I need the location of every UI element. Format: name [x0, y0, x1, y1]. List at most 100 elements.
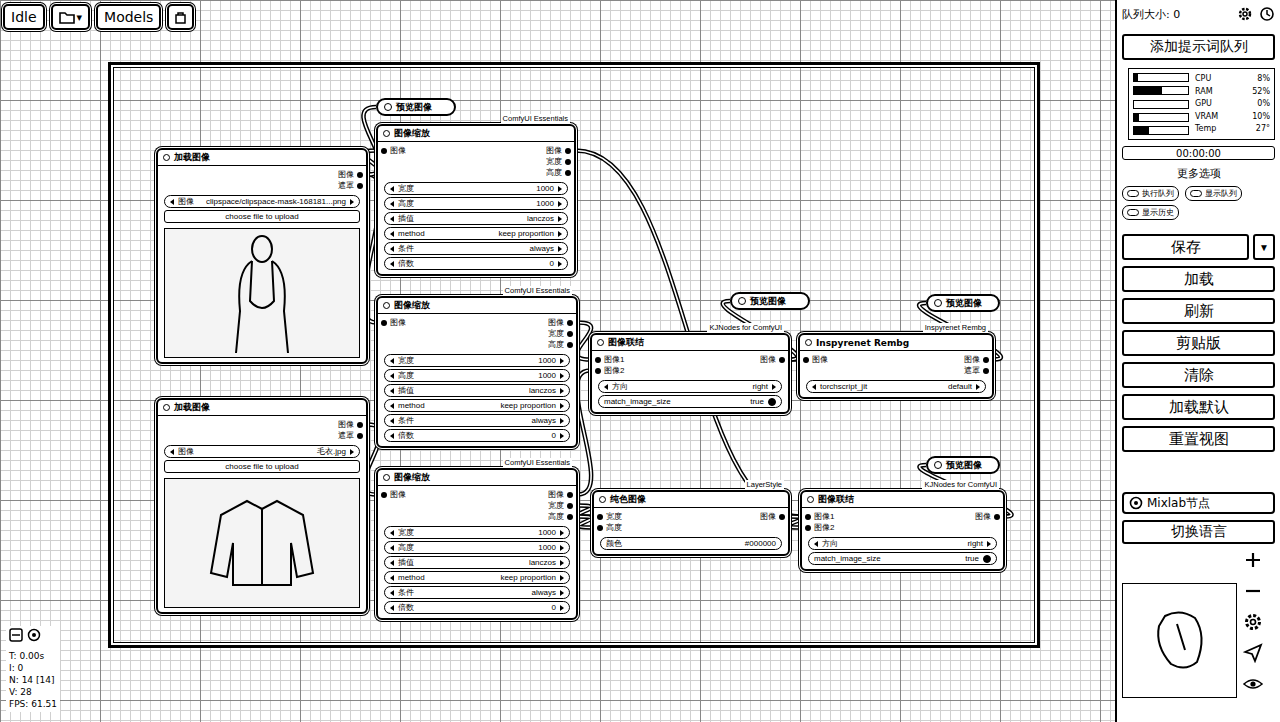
increment-icon[interactable]: [772, 384, 776, 390]
node[interactable]: 加载图像 图像 遮罩 图像 clipspace/clipspace-mask-1…: [156, 148, 368, 364]
node-header[interactable]: 加载图像: [158, 150, 366, 166]
widget[interactable]: 高度 1000: [384, 369, 570, 382]
slot-dot-icon[interactable]: [595, 357, 601, 363]
increment-icon[interactable]: [560, 388, 564, 394]
collapse-dot-icon[interactable]: [163, 404, 170, 411]
output-slot[interactable]: 图像: [548, 317, 573, 328]
slot-dot-icon[interactable]: [357, 422, 363, 428]
slot-dot-icon[interactable]: [779, 357, 785, 363]
menu-button[interactable]: 保存: [1122, 234, 1249, 260]
node-link[interactable]: [578, 506, 592, 517]
slot-dot-icon[interactable]: [567, 320, 573, 326]
node-canvas[interactable]: 加载图像 图像 遮罩 图像 clipspace/clipspace-mask-1…: [0, 0, 1115, 722]
locate-icon[interactable]: [27, 628, 41, 642]
decrement-icon[interactable]: [390, 358, 394, 364]
increment-icon[interactable]: [560, 418, 564, 424]
decrement-icon[interactable]: [390, 216, 394, 222]
toggle-button[interactable]: 显示历史: [1122, 205, 1179, 220]
input-slot[interactable]: 图像: [381, 145, 406, 156]
widget[interactable]: 插值 lanczos: [384, 384, 570, 397]
node-header[interactable]: Inspyrenet Rembg: [800, 335, 992, 351]
slot-dot-icon[interactable]: [597, 514, 603, 520]
output-slot[interactable]: 图像: [338, 169, 363, 180]
node[interactable]: KJNodes for ComfyUI 图像联结 图像1 图像图像2 方向 ri…: [590, 333, 790, 414]
input-slot[interactable]: 图像1: [805, 511, 834, 522]
increment-icon[interactable]: [558, 261, 562, 267]
decrement-icon[interactable]: [604, 384, 608, 390]
widget[interactable]: 图像 clipspace/clipspace-mask-168181...png: [164, 195, 360, 208]
widget[interactable]: method keep proportion: [384, 399, 570, 412]
menu-button[interactable]: 剪贴版: [1122, 330, 1275, 356]
slot-dot-icon[interactable]: [994, 514, 1000, 520]
decrement-icon[interactable]: [390, 373, 394, 379]
collapsed-node[interactable]: 预览图像: [926, 456, 1000, 474]
switch-icon[interactable]: [1127, 209, 1139, 216]
menu-button[interactable]: 加载默认: [1122, 394, 1275, 420]
node-link[interactable]: [577, 323, 591, 360]
collapsed-node[interactable]: 预览图像: [926, 294, 1000, 312]
output-slot[interactable]: 图像: [975, 511, 1000, 522]
output-slot[interactable]: 高度: [548, 339, 573, 350]
toggle-panel-icon[interactable]: [9, 628, 23, 642]
upload-button[interactable]: choose file to upload: [164, 460, 360, 473]
decrement-icon[interactable]: [390, 545, 394, 551]
collapse-dot-icon[interactable]: [383, 474, 390, 481]
node-header[interactable]: 纯色图像: [594, 492, 788, 508]
slot-dot-icon[interactable]: [357, 433, 363, 439]
slot-dot-icon[interactable]: [567, 492, 573, 498]
collapse-dot-icon[interactable]: [934, 299, 942, 307]
increment-icon[interactable]: [560, 433, 564, 439]
output-slot[interactable]: 高度: [546, 167, 571, 178]
collapse-dot-icon[interactable]: [599, 496, 606, 503]
input-slot[interactable]: 图像: [803, 354, 828, 365]
increment-icon[interactable]: [558, 231, 562, 237]
slot-dot-icon[interactable]: [567, 503, 573, 509]
node[interactable]: KJNodes for ComfyUI 图像联结 图像1 图像图像2 方向 ri…: [800, 490, 1005, 571]
node[interactable]: ComfyUI Essentials 图像缩放 图像 图像 宽度 高度 宽度 1…: [376, 124, 576, 276]
widget[interactable]: 条件 always: [384, 242, 568, 255]
slot-dot-icon[interactable]: [565, 148, 571, 154]
switch-icon[interactable]: [1127, 190, 1139, 197]
mixlab-button[interactable]: Mixlab节点: [1122, 492, 1275, 514]
box-button[interactable]: [167, 4, 194, 30]
collapse-dot-icon[interactable]: [383, 302, 390, 309]
node-header[interactable]: 图像缩放: [378, 126, 574, 142]
increment-icon[interactable]: [558, 186, 562, 192]
slot-dot-icon[interactable]: [565, 170, 571, 176]
collapse-dot-icon[interactable]: [807, 496, 814, 503]
decrement-icon[interactable]: [390, 231, 394, 237]
widget[interactable]: 高度 1000: [384, 197, 568, 210]
output-slot[interactable]: 宽度: [548, 328, 573, 339]
decrement-icon[interactable]: [390, 590, 394, 596]
output-slot[interactable]: 遮罩: [964, 365, 989, 376]
decrement-icon[interactable]: [390, 605, 394, 611]
decrement-icon[interactable]: [390, 201, 394, 207]
slot-dot-icon[interactable]: [381, 320, 387, 326]
increment-icon[interactable]: [560, 590, 564, 596]
decrement-icon[interactable]: [170, 199, 174, 205]
input-slot[interactable]: 图像: [381, 317, 406, 328]
decrement-icon[interactable]: [390, 560, 394, 566]
widget[interactable]: 插值 lanczos: [384, 212, 568, 225]
slot-dot-icon[interactable]: [983, 368, 989, 374]
widget[interactable]: method keep proportion: [384, 227, 568, 240]
input-slot[interactable]: 图像: [381, 489, 406, 500]
widget[interactable]: torchscript_jit default: [806, 380, 986, 393]
widget[interactable]: match_image_size true: [598, 395, 782, 408]
zoom-in-icon[interactable]: [1243, 550, 1263, 570]
widget[interactable]: 宽度 1000: [384, 526, 570, 539]
gear-icon[interactable]: [1243, 612, 1263, 632]
output-slot[interactable]: 图像: [546, 145, 571, 156]
input-slot[interactable]: 图像2: [805, 522, 834, 533]
decrement-icon[interactable]: [390, 403, 394, 409]
gear-icon[interactable]: [1237, 6, 1253, 22]
slot-dot-icon[interactable]: [983, 357, 989, 363]
upload-button[interactable]: choose file to upload: [164, 210, 360, 223]
menu-button[interactable]: 加载: [1122, 266, 1275, 292]
widget[interactable]: 倍数 0: [384, 257, 568, 270]
status-button[interactable]: Idle: [3, 4, 45, 30]
collapse-dot-icon[interactable]: [738, 297, 746, 305]
node-header[interactable]: 加载图像: [158, 400, 366, 416]
input-slot[interactable]: 宽度: [597, 511, 622, 522]
switch-icon[interactable]: [1190, 190, 1202, 197]
